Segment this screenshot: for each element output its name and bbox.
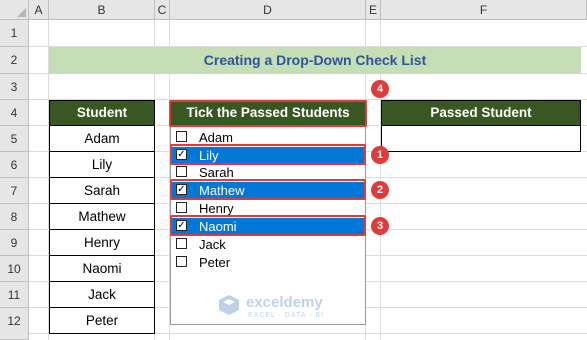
row-header-4[interactable]: 4 — [0, 100, 29, 126]
checklist-item-peter[interactable]: Peter — [172, 254, 364, 271]
row-header-5[interactable]: 5 — [0, 126, 29, 152]
watermark-brand: exceldemy — [246, 294, 323, 311]
row-header-8[interactable]: 8 — [0, 204, 29, 230]
student-cell[interactable]: Lily — [49, 152, 155, 178]
callout-box-lily — [170, 144, 366, 165]
student-cell[interactable]: Mathew — [49, 204, 155, 230]
row-header-10[interactable]: 10 — [0, 256, 29, 282]
column-header-a[interactable]: A — [29, 0, 49, 20]
row-header-2[interactable]: 2 — [0, 47, 29, 74]
student-cell[interactable]: Peter — [49, 308, 155, 334]
row-header-11[interactable]: 11 — [0, 282, 29, 308]
checklist-item-label: Peter — [199, 255, 231, 270]
student-header-cell[interactable]: Student — [49, 100, 155, 126]
watermark-tagline: EXCEL · DATA · BI — [248, 312, 324, 319]
column-header-f[interactable]: F — [381, 0, 587, 20]
callout-box-tick-header — [169, 100, 367, 127]
row-header-1[interactable]: 1 — [0, 20, 29, 47]
passed-student-header-cell[interactable]: Passed Student — [381, 100, 581, 126]
student-cell[interactable]: Henry — [49, 230, 155, 256]
passed-student-cell[interactable] — [381, 126, 581, 152]
exceldemy-watermark: exceldemy EXCEL · DATA · BI — [218, 294, 358, 324]
callout-badge-2: 2 — [371, 181, 389, 199]
callout-box-naomi — [170, 215, 366, 236]
checklist-item-label: Jack — [199, 237, 226, 252]
exceldemy-logo-icon — [219, 295, 239, 315]
callout-badge-4: 4 — [371, 80, 389, 98]
sheet-title[interactable]: Creating a Drop-Down Check List — [49, 47, 581, 74]
spreadsheet: A B C D E F 1 2 3 4 5 6 7 8 9 10 11 12 C… — [0, 0, 587, 340]
column-header-c[interactable]: C — [155, 0, 170, 20]
row-header-12[interactable]: 12 — [0, 308, 29, 340]
student-cell[interactable]: Adam — [49, 126, 155, 152]
checkbox[interactable] — [176, 131, 187, 142]
student-cell[interactable]: Jack — [49, 282, 155, 308]
row-header-7[interactable]: 7 — [0, 178, 29, 204]
callout-badge-1: 1 — [371, 146, 389, 164]
row-header-9[interactable]: 9 — [0, 230, 29, 256]
column-header-e[interactable]: E — [366, 0, 381, 20]
checkbox[interactable] — [176, 202, 187, 213]
student-cell[interactable]: Sarah — [49, 178, 155, 204]
callout-box-mathew — [170, 179, 366, 200]
checkbox[interactable] — [176, 256, 187, 267]
row-header-3[interactable]: 3 — [0, 74, 29, 100]
column-header-d[interactable]: D — [170, 0, 366, 20]
checkbox[interactable] — [176, 166, 187, 177]
checklist-item-jack[interactable]: Jack — [172, 236, 364, 253]
column-header-b[interactable]: B — [49, 0, 155, 20]
callout-badge-3: 3 — [371, 217, 389, 235]
checkbox[interactable] — [176, 238, 187, 249]
select-all-corner[interactable] — [0, 0, 29, 20]
row-header-6[interactable]: 6 — [0, 152, 29, 178]
student-cell[interactable]: Naomi — [49, 256, 155, 282]
